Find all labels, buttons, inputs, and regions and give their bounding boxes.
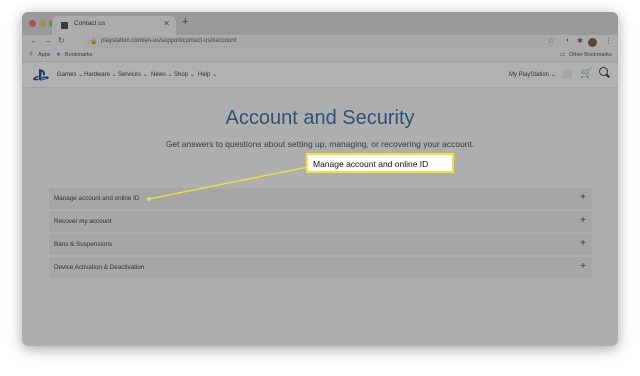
callout-box: Manage account and online ID [306,153,454,173]
browser-window: Contact us ✕ + ← → ↻ 🔒 playstation.com/e… [22,12,618,346]
callout-pointer [147,166,309,201]
callout-text: Manage account and online ID [313,159,429,169]
